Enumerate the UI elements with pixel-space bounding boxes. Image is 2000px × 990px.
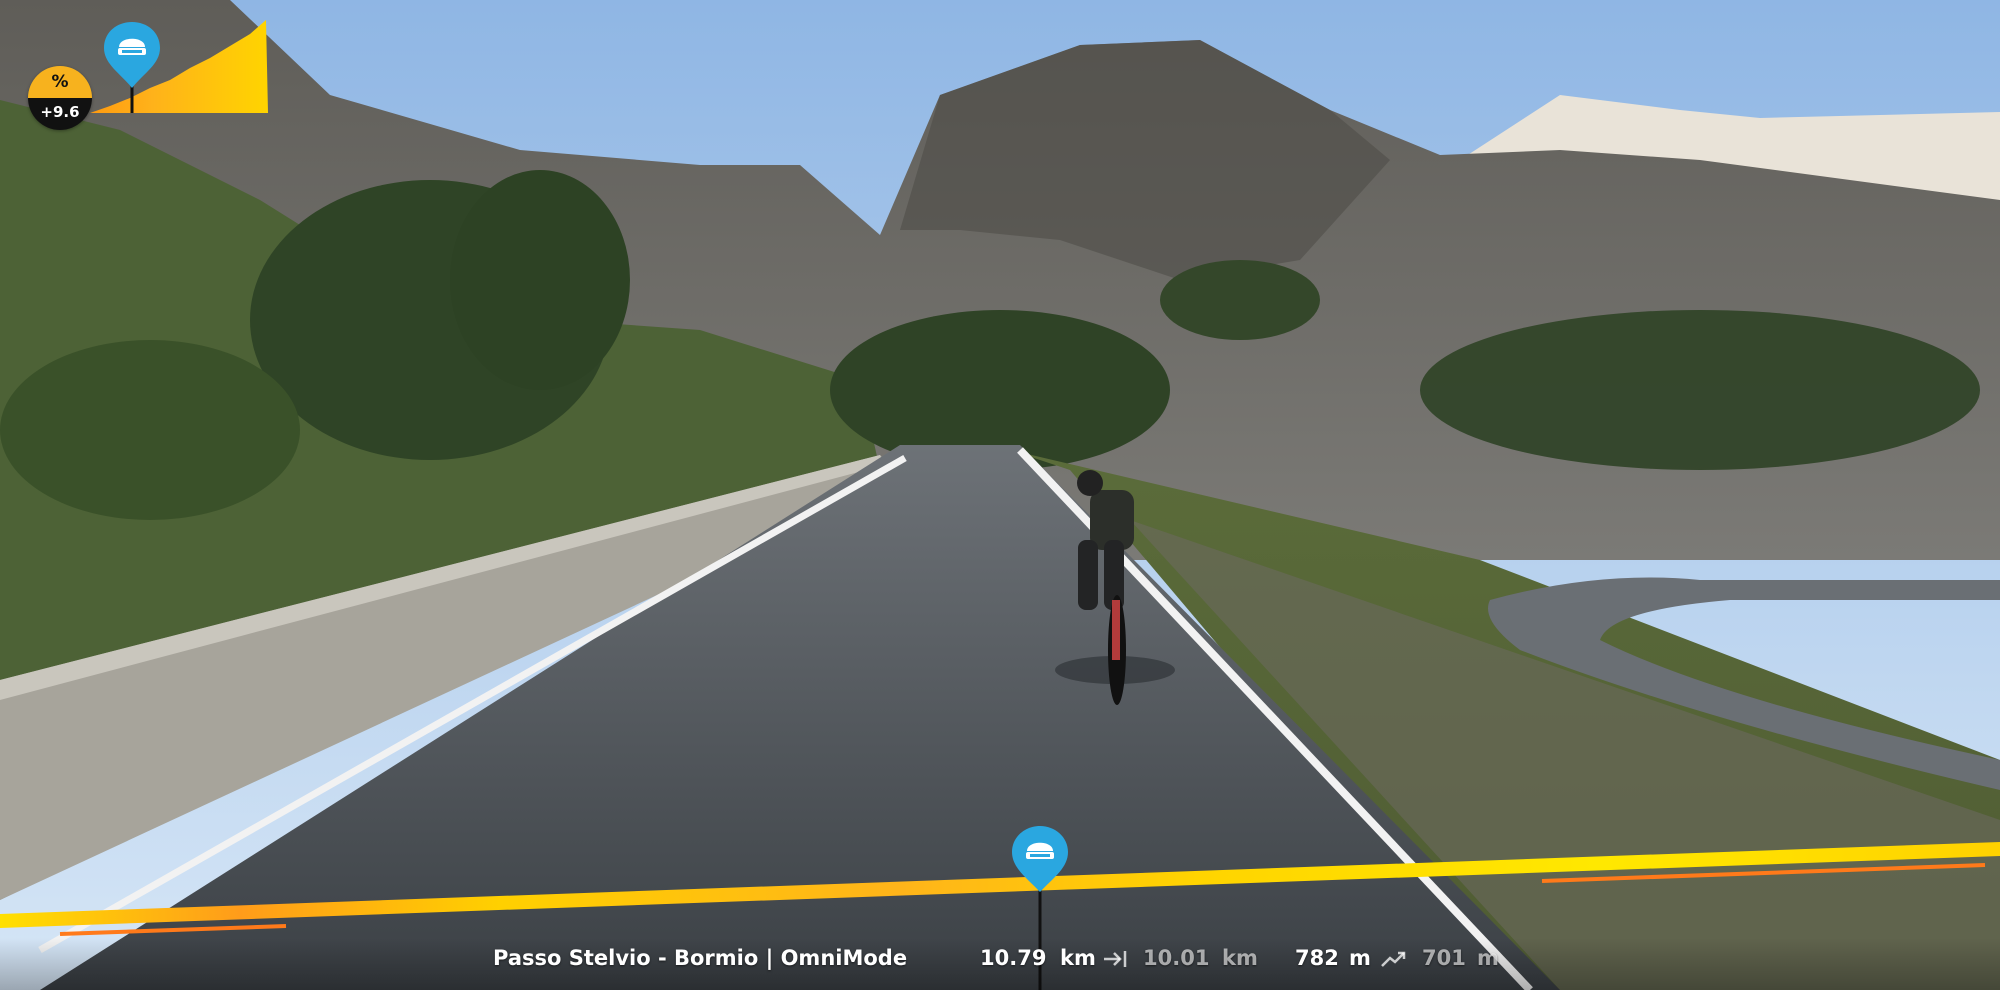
elevation-remaining-unit: m <box>1477 946 1499 970</box>
climb-segment-start <box>59 924 287 936</box>
progress-track <box>0 842 2000 928</box>
elevation-remaining: 701 <box>1422 946 1466 970</box>
distance-done: 10.79 <box>980 946 1047 970</box>
gradient-meter: % +9.6 <box>28 18 278 130</box>
elevation-done: 782 <box>1295 946 1339 970</box>
ascent-trend-icon <box>1381 951 1406 967</box>
distance-done-unit: km <box>1060 946 1096 970</box>
rider-helmet-icon <box>104 22 160 88</box>
route-name: Passo Stelvio - Bormio | OmniMode <box>493 946 908 970</box>
grade-value: +9.6 <box>40 103 80 121</box>
grade-badge: % +9.6 <box>28 66 92 130</box>
arrow-to-end-icon <box>1104 951 1127 967</box>
elevation-profile-chart <box>90 20 268 113</box>
distance-remaining: 10.01 <box>1143 946 1210 970</box>
elevation-done-unit: m <box>1349 946 1371 970</box>
distance-remaining-unit: km <box>1222 946 1258 970</box>
grade-percent-symbol: % <box>51 72 69 92</box>
